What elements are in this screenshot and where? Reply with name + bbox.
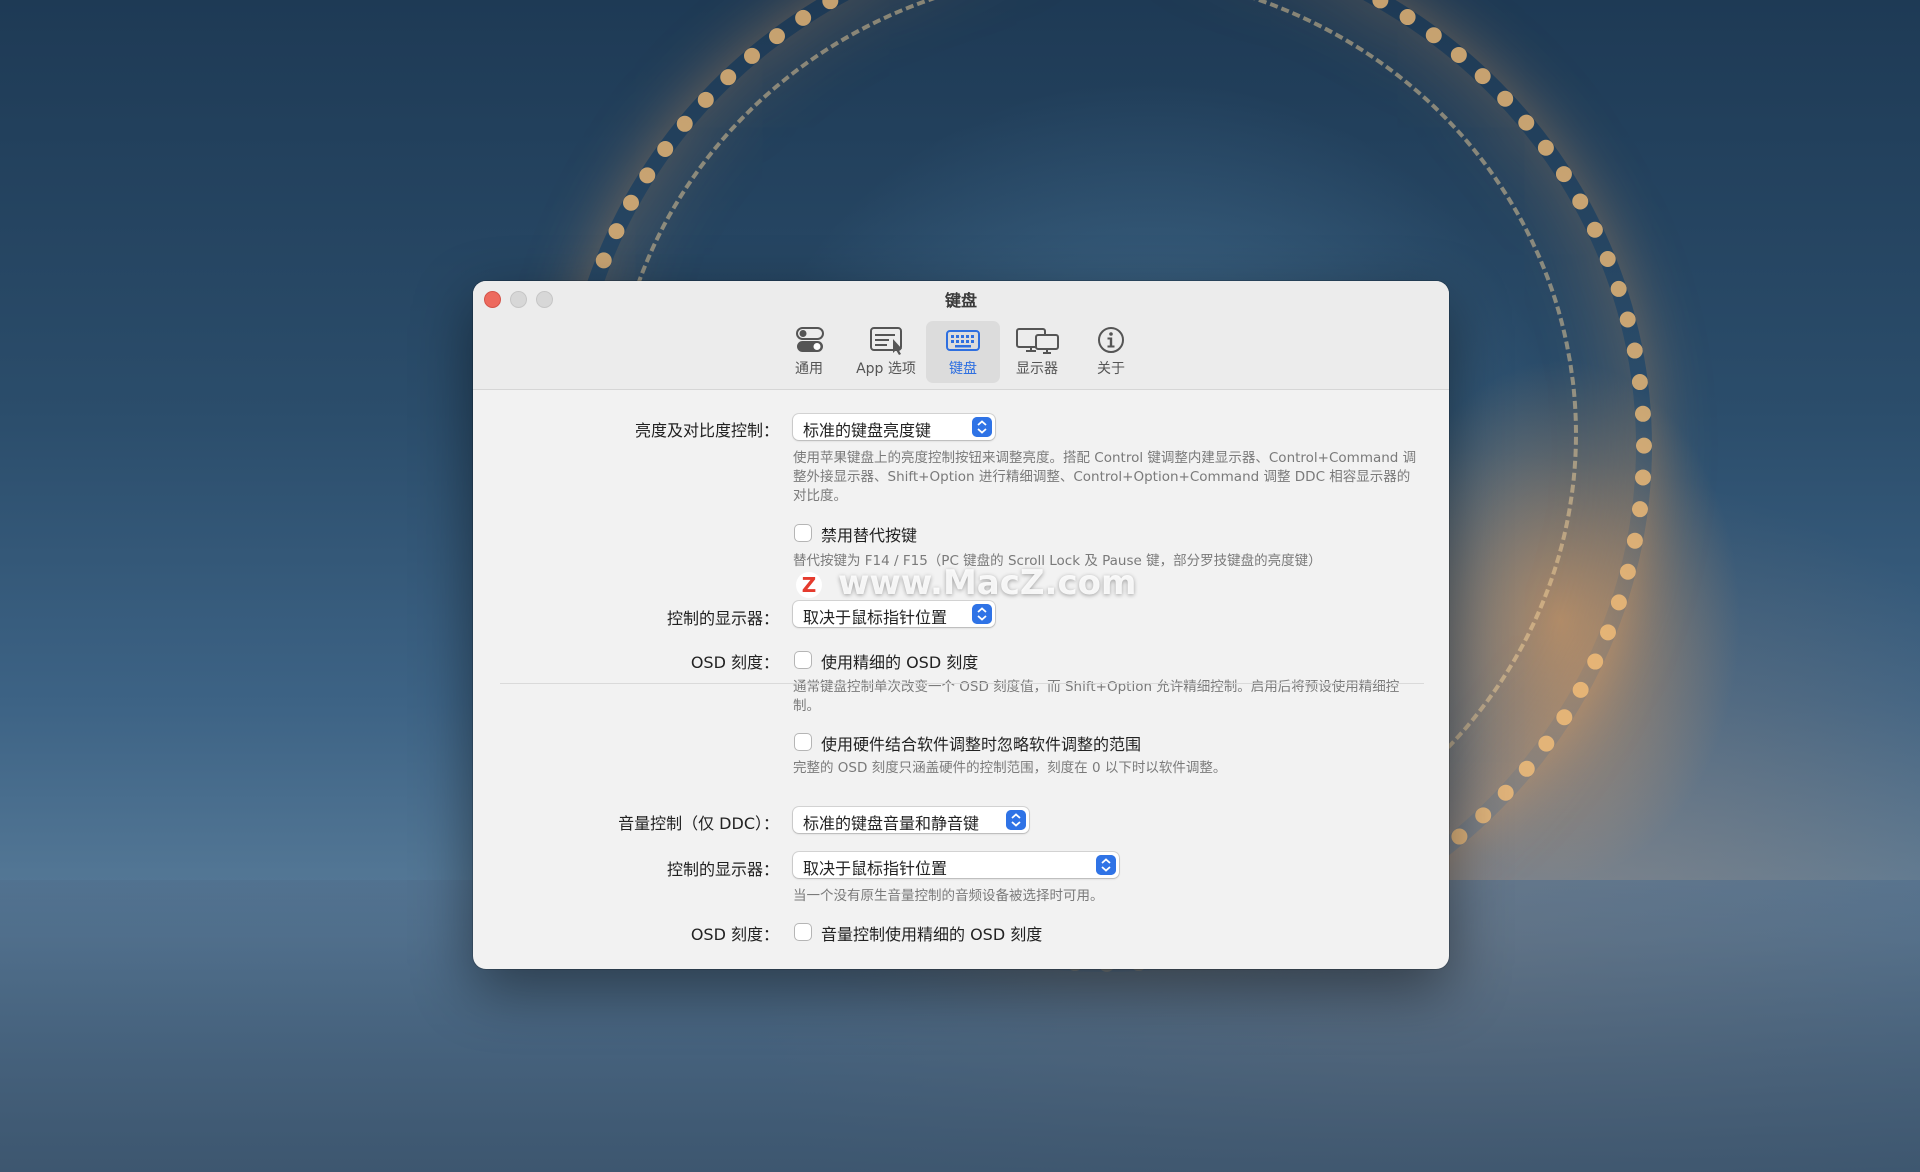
chevron-updown-icon — [1006, 810, 1026, 830]
volume-keys-popup[interactable]: 标准的键盘音量和静音键 — [793, 807, 1029, 833]
keyboard-icon — [946, 330, 980, 351]
hw-sw-description: 完整的 OSD 刻度只涵盖硬件的控制范围，刻度在 0 以下时以软件调整。 — [793, 760, 1227, 776]
osd-scale-label: OSD 刻度： — [690, 653, 779, 672]
info-icon — [1098, 327, 1124, 353]
volume-display-label: 控制的显示器： — [666, 860, 779, 879]
tab-general-label: 通用 — [795, 361, 823, 377]
volume-display-popup[interactable]: 取决于鼠标指针位置 — [793, 852, 1119, 878]
volume-keys-value: 标准的键盘音量和静音键 — [803, 814, 980, 833]
section-divider — [500, 683, 1424, 684]
brightness-display-popup[interactable]: 取决于鼠标指针位置 — [793, 601, 995, 627]
tab-displays[interactable]: 显示器 — [1000, 321, 1074, 383]
volume-control-label: 音量控制（仅 DDC）： — [618, 814, 779, 833]
displays-icon — [1016, 328, 1059, 354]
volume-fine-osd-checkbox[interactable] — [795, 924, 811, 940]
hw-sw-ignore-range-checkbox[interactable] — [795, 734, 811, 750]
tab-keyboard[interactable]: 键盘 — [926, 321, 1000, 383]
window-title: 键盘 — [944, 291, 977, 310]
tab-about-label: 关于 — [1097, 361, 1125, 377]
brightness-display-value: 取决于鼠标指针位置 — [803, 608, 948, 627]
disable-alt-keys-label: 禁用替代按键 — [821, 526, 918, 545]
watermark-logo: Z — [796, 572, 822, 598]
brightness-display-label: 控制的显示器： — [666, 609, 779, 628]
fine-osd-label: 使用精细的 OSD 刻度 — [821, 653, 979, 672]
tab-app-options-label: App 选项 — [856, 361, 916, 377]
tab-displays-label: 显示器 — [1016, 361, 1058, 377]
volume-osd-scale-label: OSD 刻度： — [690, 925, 779, 944]
disable-alt-keys-checkbox[interactable] — [795, 525, 811, 541]
watermark-text: www.MacZ.com — [838, 563, 1137, 603]
chevron-updown-icon — [972, 604, 992, 624]
brightness-keys-popup[interactable]: 标准的键盘亮度键 — [793, 414, 995, 440]
volume-display-description: 当一个没有原生音量控制的音频设备被选择时可用。 — [793, 888, 1104, 904]
app-options-icon — [870, 327, 902, 355]
brightness-keys-value: 标准的键盘亮度键 — [803, 421, 932, 440]
tab-app-options[interactable]: App 选项 — [849, 321, 923, 383]
chevron-updown-icon — [972, 417, 992, 437]
keyboard-settings-window: 键盘 通用 App 选项 键盘 显示器 关于 亮度及对比度控制： 标准的键盘亮度… — [473, 281, 1449, 969]
brightness-control-label: 亮度及对比度控制： — [634, 421, 779, 440]
settings-content: 亮度及对比度控制： 标准的键盘亮度键 使用苹果键盘上的亮度控制按钮来调整亮度。搭… — [473, 390, 1449, 969]
titlebar: 键盘 通用 App 选项 键盘 显示器 关于 — [473, 281, 1449, 390]
tab-keyboard-label: 键盘 — [949, 361, 977, 377]
volume-fine-osd-label: 音量控制使用精细的 OSD 刻度 — [821, 925, 1043, 944]
tab-about[interactable]: 关于 — [1074, 321, 1148, 383]
volume-display-value: 取决于鼠标指针位置 — [803, 859, 948, 878]
tab-general[interactable]: 通用 — [772, 321, 846, 383]
fine-osd-checkbox[interactable] — [795, 652, 811, 668]
brightness-description: 使用苹果键盘上的亮度控制按钮来调整亮度。搭配 Control 键调整内建显示器、… — [793, 450, 1417, 504]
toggle-switches-icon — [796, 327, 824, 352]
chevron-updown-icon — [1096, 855, 1116, 875]
hw-sw-ignore-range-label: 使用硬件结合软件调整时忽略软件调整的范围 — [821, 735, 1142, 754]
